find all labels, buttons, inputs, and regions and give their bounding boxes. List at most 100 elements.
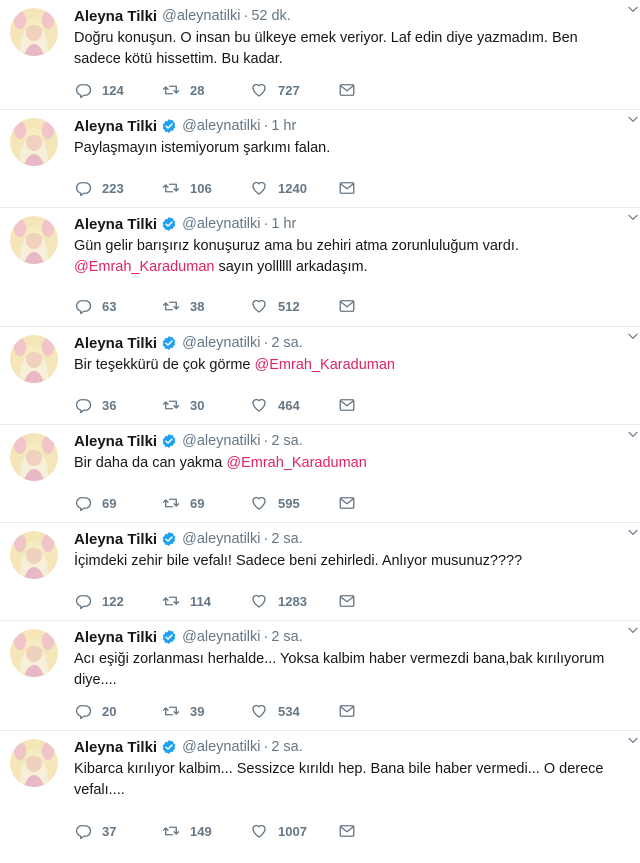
avatar[interactable] (10, 335, 58, 383)
like-button[interactable]: 512 (250, 297, 300, 315)
verified-badge-icon (161, 118, 177, 134)
timestamp[interactable]: 2 sa. (271, 531, 302, 547)
like-button[interactable]: 1007 (250, 822, 307, 840)
retweet-count: 149 (190, 823, 212, 839)
avatar[interactable] (10, 433, 58, 481)
separator: · (263, 629, 269, 645)
like-button[interactable]: 464 (250, 396, 300, 414)
tweet-line: sayın yollllll arkadaşım. (214, 259, 368, 275)
timestamp[interactable]: 1 hr (271, 118, 296, 134)
chevron-down-icon[interactable] (626, 525, 640, 539)
author-name[interactable]: Aleyna Tilki (74, 433, 157, 450)
reply-button[interactable]: 223 (74, 179, 124, 197)
author-name[interactable]: Aleyna Tilki (74, 335, 157, 352)
retweet-button[interactable]: 69 (162, 494, 204, 512)
mention-link[interactable]: @Emrah_Karaduman (226, 455, 366, 471)
timestamp[interactable]: 2 sa. (271, 629, 302, 645)
like-button[interactable]: 1240 (250, 179, 307, 197)
reply-button[interactable]: 124 (74, 81, 124, 99)
tweet[interactable]: Aleyna Tilki @aleynatilki · 2 sa. Acı eş… (0, 621, 640, 731)
author-name[interactable]: Aleyna Tilki (74, 531, 157, 548)
like-count: 512 (278, 298, 300, 314)
reply-button[interactable]: 63 (74, 297, 116, 315)
chevron-down-icon[interactable] (626, 329, 640, 343)
tweet[interactable]: Aleyna Tilki @aleynatilki · 1 hr Gün gel… (0, 208, 640, 327)
author-handle[interactable]: @aleynatilki (182, 216, 260, 232)
direct-message-button[interactable] (338, 179, 356, 197)
direct-message-button[interactable] (338, 702, 356, 720)
reply-button[interactable]: 37 (74, 822, 116, 840)
reply-count: 122 (102, 593, 124, 609)
timestamp[interactable]: 2 sa. (271, 739, 302, 755)
like-button[interactable]: 1283 (250, 592, 307, 610)
like-button[interactable]: 727 (250, 81, 300, 99)
tweet[interactable]: Aleyna Tilki @aleynatilki · 2 sa. İçimde… (0, 523, 640, 621)
author-handle[interactable]: @aleynatilki (182, 629, 260, 645)
chevron-down-icon[interactable] (626, 733, 640, 747)
verified-badge-icon (161, 216, 177, 232)
reply-count: 20 (102, 703, 117, 719)
reply-button[interactable]: 122 (74, 592, 124, 610)
author-handle[interactable]: @aleynatilki (182, 739, 260, 755)
mention-link[interactable]: @Emrah_Karaduman (74, 259, 214, 275)
author-name[interactable]: Aleyna Tilki (74, 8, 157, 25)
like-count: 1007 (278, 823, 307, 839)
direct-message-button[interactable] (338, 81, 356, 99)
direct-message-button[interactable] (338, 822, 356, 840)
author-handle[interactable]: @aleynatilki (162, 8, 240, 24)
author-name[interactable]: Aleyna Tilki (74, 629, 157, 646)
timestamp[interactable]: 2 sa. (271, 335, 302, 351)
timestamp[interactable]: 2 sa. (271, 433, 302, 449)
retweet-button[interactable]: 38 (162, 297, 204, 315)
retweet-button[interactable]: 149 (162, 822, 212, 840)
avatar[interactable] (10, 531, 58, 579)
tweet[interactable]: Aleyna Tilki @aleynatilki · 52 dk. Doğru… (0, 0, 640, 110)
direct-message-button[interactable] (338, 494, 356, 512)
author-handle[interactable]: @aleynatilki (182, 335, 260, 351)
direct-message-button[interactable] (338, 592, 356, 610)
reply-button[interactable]: 20 (74, 702, 116, 720)
direct-message-button[interactable] (338, 297, 356, 315)
chevron-down-icon[interactable] (626, 2, 640, 16)
chevron-down-icon[interactable] (626, 210, 640, 224)
tweet[interactable]: Aleyna Tilki @aleynatilki · 2 sa. Kibarc… (0, 731, 640, 849)
direct-message-button[interactable] (338, 396, 356, 414)
retweet-button[interactable]: 39 (162, 702, 204, 720)
retweet-button[interactable]: 30 (162, 396, 204, 414)
author-name[interactable]: Aleyna Tilki (74, 216, 157, 233)
tweet[interactable]: Aleyna Tilki @aleynatilki · 2 sa. Bir te… (0, 327, 640, 425)
reply-icon (74, 702, 92, 720)
timestamp[interactable]: 1 hr (271, 216, 296, 232)
avatar[interactable] (10, 216, 58, 264)
reply-button[interactable]: 69 (74, 494, 116, 512)
chevron-down-icon[interactable] (626, 623, 640, 637)
heart-icon (250, 81, 268, 99)
retweet-button[interactable]: 28 (162, 81, 204, 99)
avatar[interactable] (10, 118, 58, 166)
retweet-button[interactable]: 114 (162, 592, 211, 610)
mention-link[interactable]: @Emrah_Karaduman (255, 357, 395, 373)
tweet-line: İçimdeki zehir bile vefalı! Sadece beni … (74, 553, 523, 569)
separator: · (263, 118, 269, 134)
retweet-icon (162, 494, 180, 512)
author-name[interactable]: Aleyna Tilki (74, 739, 157, 756)
retweet-button[interactable]: 106 (162, 179, 212, 197)
author-handle[interactable]: @aleynatilki (182, 118, 260, 134)
like-button[interactable]: 534 (250, 702, 300, 720)
avatar[interactable] (10, 8, 58, 56)
envelope-icon (338, 396, 356, 414)
author-handle[interactable]: @aleynatilki (182, 433, 260, 449)
tweet[interactable]: Aleyna Tilki @aleynatilki · 2 sa. Bir da… (0, 425, 640, 523)
timestamp[interactable]: 52 dk. (251, 8, 291, 24)
avatar[interactable] (10, 739, 58, 787)
author-handle[interactable]: @aleynatilki (182, 531, 260, 547)
tweet-line: Paylaşmayın istemiyorum şarkımı falan. (74, 140, 331, 156)
author-name[interactable]: Aleyna Tilki (74, 118, 157, 135)
chevron-down-icon[interactable] (626, 112, 640, 126)
reply-count: 37 (102, 823, 117, 839)
like-button[interactable]: 595 (250, 494, 300, 512)
avatar[interactable] (10, 629, 58, 677)
chevron-down-icon[interactable] (626, 427, 640, 441)
reply-button[interactable]: 36 (74, 396, 116, 414)
tweet[interactable]: Aleyna Tilki @aleynatilki · 1 hr Paylaşm… (0, 110, 640, 208)
